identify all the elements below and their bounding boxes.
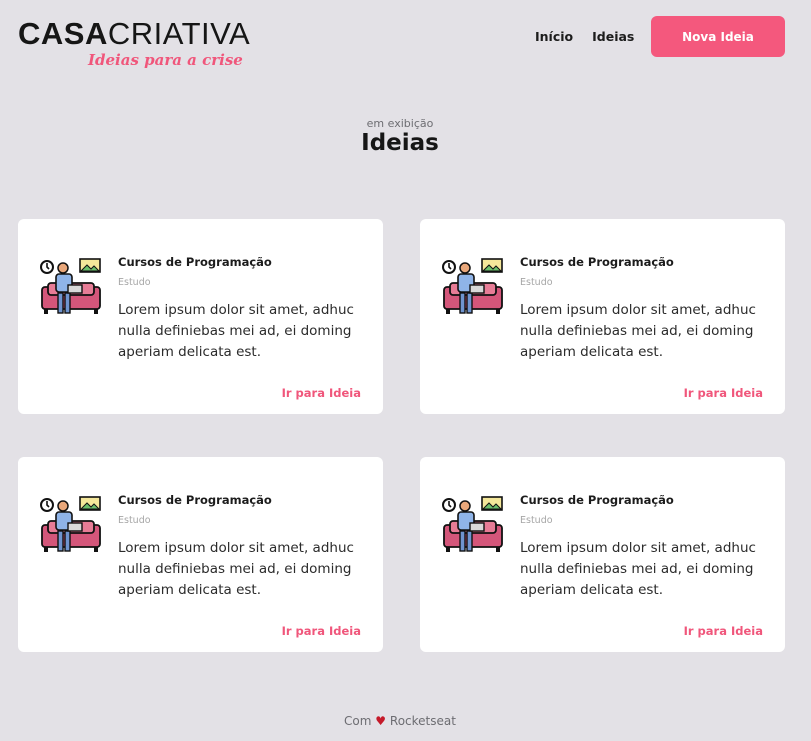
card-description: Lorem ipsum dolor sit amet, adhuc nulla …	[520, 302, 756, 360]
logo-light-text: CRIATIVA	[107, 16, 251, 51]
card-title: Cursos de Programação	[118, 255, 272, 269]
new-idea-button[interactable]: Nova Ideia	[651, 16, 785, 57]
footer-brand[interactable]: Rocketseat	[390, 714, 456, 728]
person-on-sofa-icon	[442, 258, 503, 314]
go-to-idea-link[interactable]: Ir para Ideia	[684, 624, 763, 638]
main-nav: Início Ideias	[535, 29, 634, 44]
idea-card: Cursos de Programação Estudo Lorem ipsum…	[18, 219, 383, 414]
person-on-sofa-icon	[40, 496, 101, 552]
card-category: Estudo	[520, 277, 553, 288]
nav-link-inicio[interactable]: Início	[535, 29, 573, 44]
card-category: Estudo	[118, 277, 151, 288]
site-header: CASACRIATIVA Ideias para a crise Início …	[0, 0, 811, 78]
idea-card: Cursos de Programação Estudo Lorem ipsum…	[18, 457, 383, 652]
section-heading: em exibição Ideias	[0, 117, 800, 156]
go-to-idea-link[interactable]: Ir para Ideia	[282, 624, 361, 638]
idea-card: Cursos de Programação Estudo Lorem ipsum…	[420, 457, 785, 652]
go-to-idea-link[interactable]: Ir para Ideia	[684, 386, 763, 400]
person-on-sofa-icon	[442, 496, 503, 552]
person-on-sofa-icon	[40, 258, 101, 314]
card-category: Estudo	[520, 515, 553, 526]
section-title: Ideias	[361, 130, 439, 156]
card-description: Lorem ipsum dolor sit amet, adhuc nulla …	[118, 540, 354, 598]
card-title: Cursos de Programação	[520, 255, 674, 269]
card-description: Lorem ipsum dolor sit amet, adhuc nulla …	[520, 540, 756, 598]
nav-link-ideias[interactable]: Ideias	[592, 29, 634, 44]
card-title: Cursos de Programação	[520, 493, 674, 507]
card-description: Lorem ipsum dolor sit amet, adhuc nulla …	[118, 302, 354, 360]
logo-tagline: Ideias para a crise	[88, 51, 243, 69]
section-subtitle: em exibição	[366, 117, 434, 130]
footer-prefix: Com	[344, 714, 372, 728]
site-footer: Com ♥ Rocketseat	[0, 714, 800, 728]
card-category: Estudo	[118, 515, 151, 526]
card-title: Cursos de Programação	[118, 493, 272, 507]
go-to-idea-link[interactable]: Ir para Ideia	[282, 386, 361, 400]
logo-bold-text: CASA	[18, 16, 108, 51]
idea-card: Cursos de Programação Estudo Lorem ipsum…	[420, 219, 785, 414]
heart-icon: ♥	[375, 714, 387, 728]
logo[interactable]: CASACRIATIVA	[18, 16, 250, 52]
